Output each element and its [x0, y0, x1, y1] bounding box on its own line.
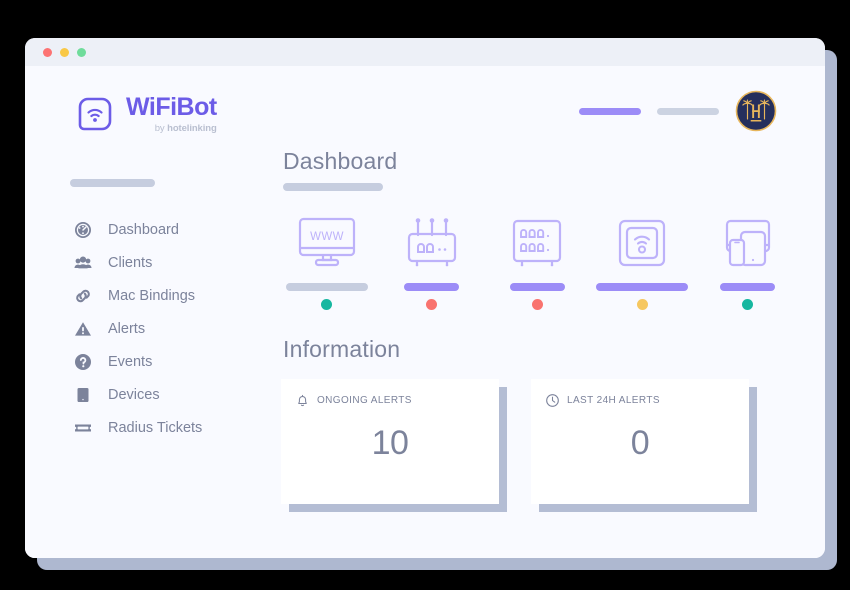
- sidebar-item-dashboard[interactable]: Dashboard: [25, 213, 250, 246]
- device-status-strip: WWW: [275, 209, 795, 310]
- status-badge: [321, 299, 333, 310]
- status-badge: [426, 299, 438, 310]
- question-circle-icon: [73, 352, 93, 372]
- sidebar-item-devices[interactable]: Devices: [25, 378, 250, 411]
- card-body: ONGOING ALERTS 10: [281, 379, 499, 504]
- device-card-router[interactable]: [384, 209, 479, 310]
- svg-text:WWW: WWW: [310, 231, 344, 243]
- ticket-icon: [73, 418, 93, 438]
- sidebar-item-events[interactable]: Events: [25, 345, 250, 378]
- device-bar: [509, 283, 565, 291]
- minimize-window-button[interactable]: [60, 47, 69, 57]
- palm-trees-hotel-crest-icon[interactable]: [735, 90, 777, 132]
- information-cards: ONGOING ALERTS 10 LAST 24H ALERTS 0: [275, 379, 795, 512]
- brand-name: WiFiBot: [126, 92, 217, 121]
- sidebar-item-label: Radius Tickets: [108, 419, 203, 436]
- brand-by-word: by: [154, 122, 168, 134]
- users-icon: [73, 253, 93, 273]
- device-card-access-point[interactable]: [595, 209, 690, 310]
- window-titlebar: [25, 38, 825, 66]
- topbar-placeholder-purple[interactable]: [579, 107, 641, 115]
- monitor-www-icon: WWW: [296, 209, 358, 279]
- devices-tablet-phone-icon: [716, 209, 778, 279]
- link-icon: [73, 286, 93, 306]
- close-window-button[interactable]: [43, 47, 52, 57]
- sidebar-item-alerts[interactable]: Alerts: [25, 312, 250, 345]
- card-body: LAST 24H ALERTS 0: [531, 379, 749, 504]
- sidebar-placeholder-bar: [70, 179, 155, 187]
- browser-window: WiFiBot by hotelinking Dashboard Clients…: [25, 38, 825, 558]
- warning-triangle-icon: [73, 319, 93, 339]
- sidebar-nav: Dashboard Clients Mac Bindings Alerts Ev…: [25, 213, 250, 444]
- brand-subtitle: by hotelinking: [155, 123, 217, 134]
- page-title: Dashboard: [283, 148, 398, 174]
- status-badge: [531, 299, 543, 310]
- page-title-underbar: [283, 183, 383, 191]
- router-antennas-icon: [401, 209, 463, 279]
- card-value: 0: [630, 424, 650, 462]
- access-point-wifi-icon: [611, 209, 673, 279]
- sidebar-item-label: Events: [108, 353, 153, 370]
- topbar-placeholder-gray[interactable]: [657, 107, 719, 115]
- device-bar: [596, 283, 689, 291]
- device-card-switch[interactable]: [489, 209, 584, 310]
- screenshot-canvas: WiFiBot by hotelinking Dashboard Clients…: [0, 0, 850, 590]
- card-label: ONGOING ALERTS: [317, 395, 412, 406]
- sidebar-item-clients[interactable]: Clients: [25, 246, 250, 279]
- status-badge: [636, 299, 648, 310]
- card-header: LAST 24H ALERTS: [545, 393, 735, 408]
- device-bar: [404, 283, 460, 291]
- device-bar: [719, 283, 775, 291]
- sidebar-item-mac-bindings[interactable]: Mac Bindings: [25, 279, 250, 312]
- device-bar: [285, 283, 368, 291]
- bell-icon: [295, 393, 310, 408]
- main-content: Dashboard WWW Information ONGOING ALERTS…: [250, 66, 825, 558]
- wifi-rounded-square-icon: [75, 94, 115, 134]
- status-badge: [741, 299, 753, 310]
- card-value: 10: [371, 424, 409, 462]
- device-card-client-devices[interactable]: [700, 209, 795, 310]
- sidebar-item-label: Alerts: [108, 320, 146, 337]
- card-ongoing-alerts[interactable]: ONGOING ALERTS 10: [281, 379, 507, 512]
- information-title: Information: [283, 336, 401, 362]
- sidebar-item-label: Dashboard: [108, 221, 179, 238]
- device-card-internet[interactable]: WWW: [279, 209, 374, 310]
- sidebar: WiFiBot by hotelinking Dashboard Clients…: [25, 66, 250, 558]
- brand-logo-block[interactable]: WiFiBot by hotelinking: [25, 94, 250, 134]
- sidebar-item-label: Mac Bindings: [108, 287, 196, 304]
- card-header: ONGOING ALERTS: [295, 393, 485, 408]
- window-content: WiFiBot by hotelinking Dashboard Clients…: [25, 66, 825, 558]
- brand-company: hotelinking: [167, 122, 217, 134]
- card-label: LAST 24H ALERTS: [567, 395, 660, 406]
- sidebar-item-label: Clients: [108, 254, 153, 271]
- topbar: [275, 86, 795, 136]
- tablet-icon: [73, 385, 93, 405]
- clock-icon: [545, 393, 560, 408]
- sidebar-item-radius-tickets[interactable]: Radius Tickets: [25, 411, 250, 444]
- card-last-24h-alerts[interactable]: LAST 24H ALERTS 0: [531, 379, 757, 512]
- network-switch-icon: [506, 209, 568, 279]
- maximize-window-button[interactable]: [77, 47, 86, 57]
- sidebar-item-label: Devices: [108, 386, 160, 403]
- gauge-icon: [73, 220, 93, 240]
